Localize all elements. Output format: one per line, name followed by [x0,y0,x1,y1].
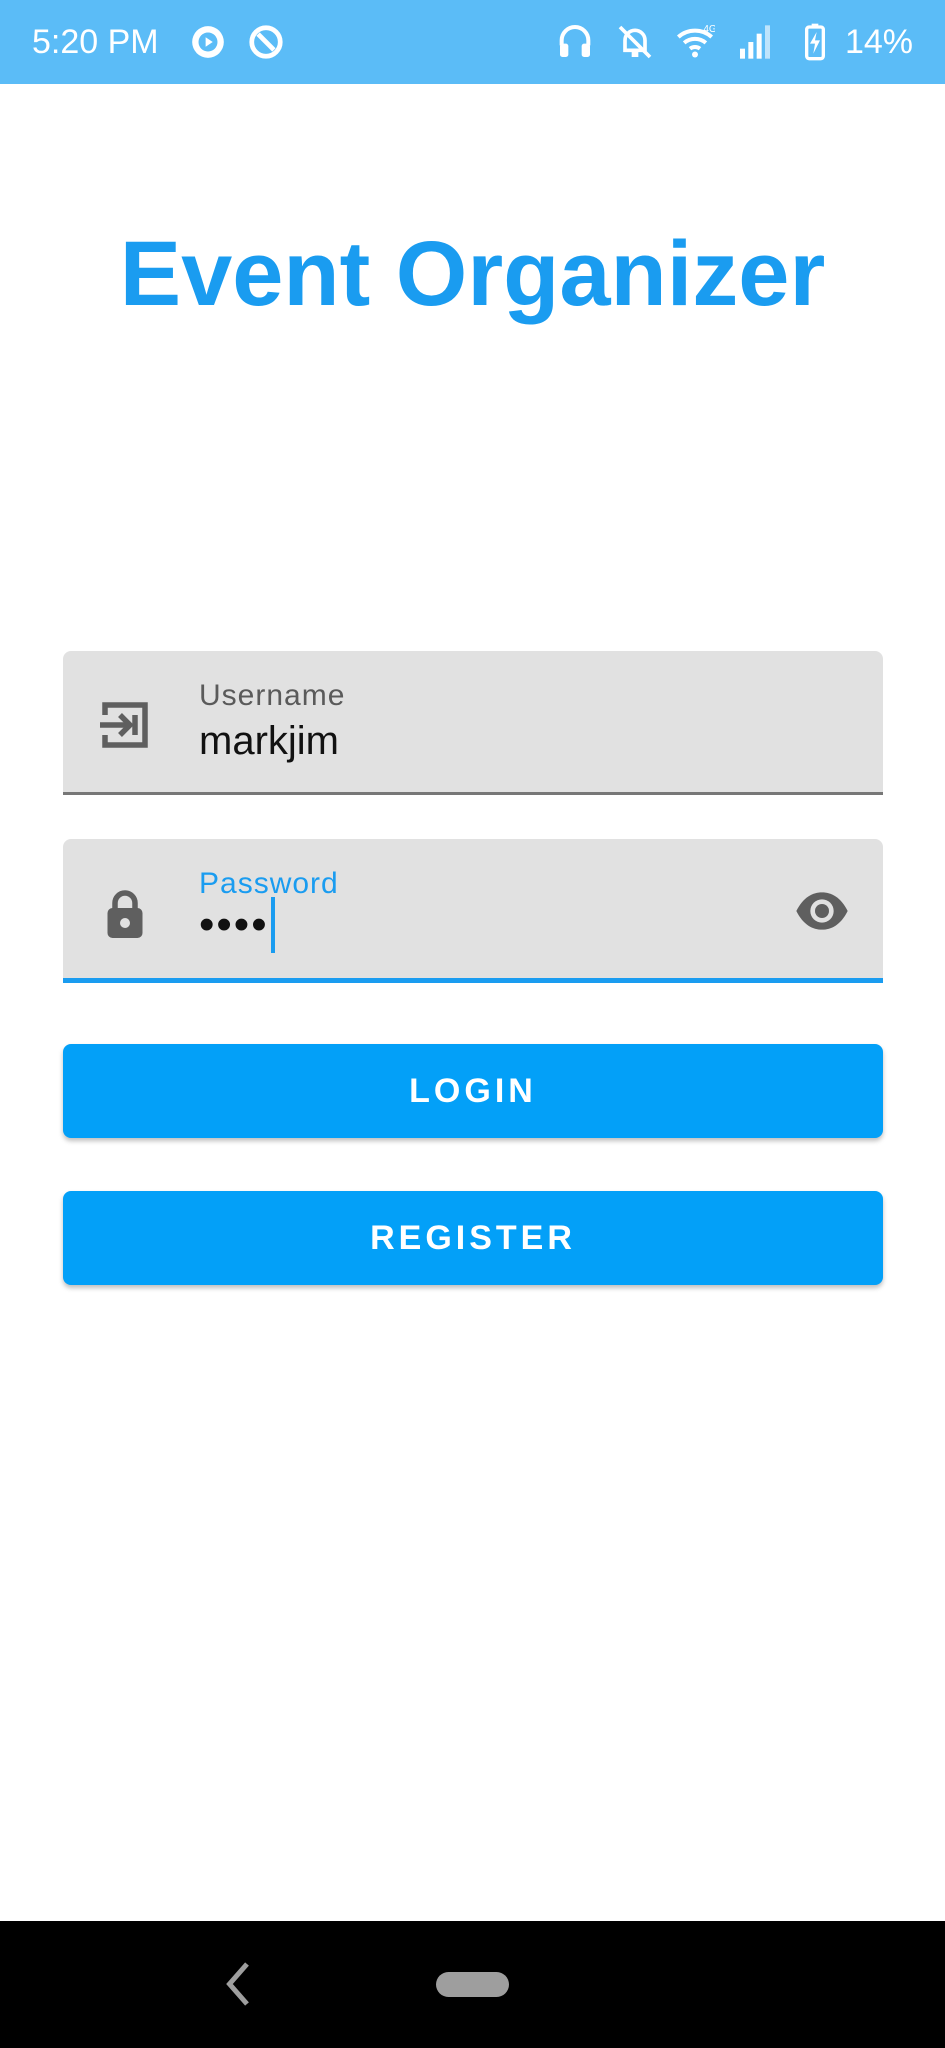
password-label: Password [199,867,339,900]
register-button[interactable]: REGISTER [63,1191,883,1285]
status-left-group: 5:20 PM [32,23,305,62]
eye-icon[interactable] [791,883,853,939]
signal-icon [739,25,770,59]
status-bar: 5:20 PM 4G [0,0,945,84]
password-masked-value: •••• [199,900,269,949]
media-play-icon [191,26,224,58]
battery-charging-icon [804,23,825,61]
text-cursor [270,897,275,953]
battery-percent: 14% [844,22,913,61]
bell-off-icon [618,25,652,59]
username-label: Username [199,679,346,712]
lock-icon [107,890,143,938]
network-type-label: 4G [703,24,715,35]
app-title: Event Organizer [119,223,826,325]
status-time: 5:20 PM [32,22,159,61]
password-field[interactable]: Password •••• [63,839,883,983]
home-pill-icon[interactable] [436,1972,509,1997]
sync-icon [249,25,283,59]
username-field[interactable]: Username markjim [63,651,883,795]
login-button[interactable]: LOGIN [63,1044,883,1138]
status-right-group: 4G 14% [535,22,913,62]
back-chevron-icon[interactable] [222,1959,252,2009]
navigation-bar [0,1921,945,2048]
headset-icon [559,25,591,57]
wifi-icon: 4G [676,24,715,58]
password-input[interactable]: •••• [199,897,275,953]
login-icon [100,702,148,748]
username-input[interactable]: markjim [199,719,339,764]
